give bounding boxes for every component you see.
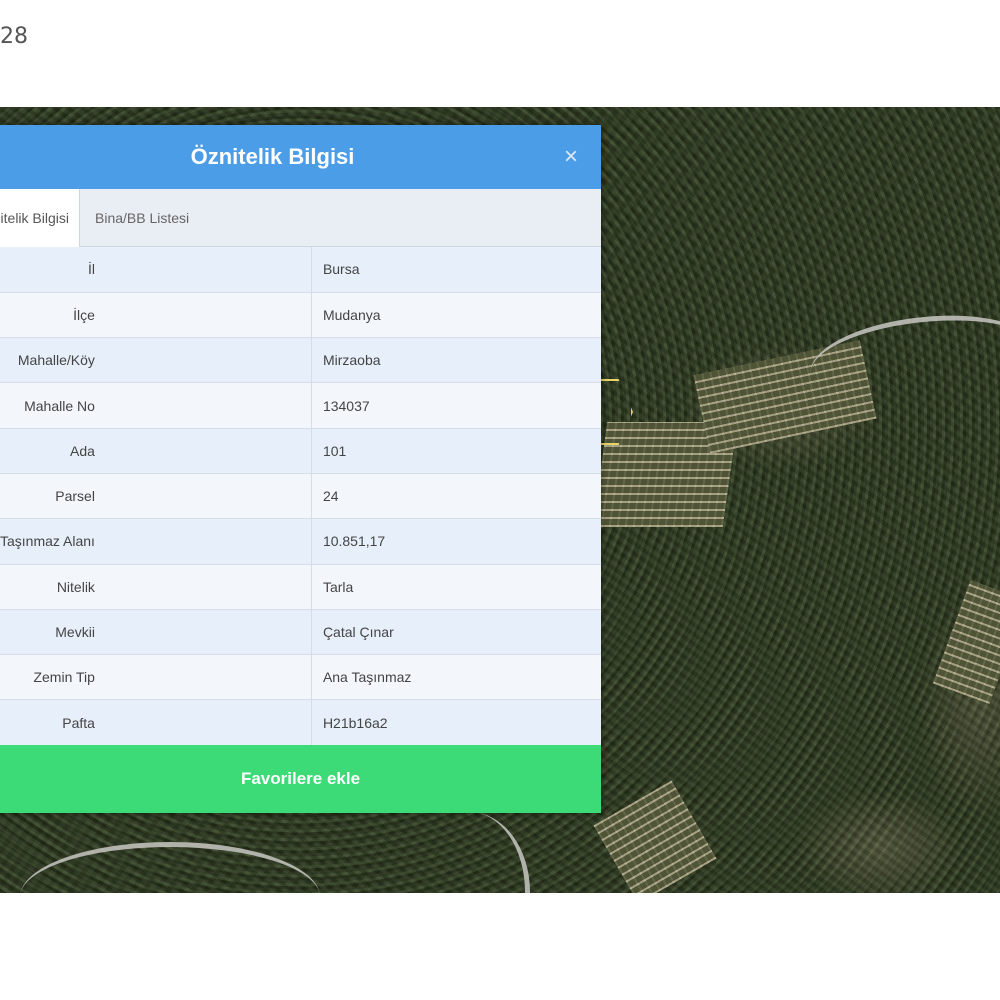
tab-attribute-info[interactable]: Öznitelik Bilgisi (0, 189, 80, 247)
table-row: Mahalle No 134037 (0, 382, 601, 429)
attribute-value: Tarla (311, 564, 601, 610)
attribute-label: Zemin Tip (0, 654, 312, 701)
table-row: Pafta H21b16a2 (0, 699, 601, 746)
add-to-favorites-button[interactable]: Favorilere ekle (0, 745, 601, 813)
attribute-info-dialog: Öznitelik Bilgisi × Öznitelik Bilgisi Bi… (0, 125, 601, 813)
attribute-label: Parsel (0, 473, 312, 520)
table-row: Taşınmaz Alanı 10.851,17 (0, 518, 601, 565)
dialog-tab-bar: Öznitelik Bilgisi Bina/BB Listesi (0, 189, 601, 247)
tab-building-list[interactable]: Bina/BB Listesi (80, 189, 250, 247)
tab-label: Öznitelik Bilgisi (0, 210, 69, 226)
table-row: Mahalle/Köy Mirzaoba (0, 337, 601, 384)
page-number-label: 28 (0, 24, 28, 49)
attribute-value: 101 (311, 428, 601, 474)
attribute-label: Mahalle/Köy (0, 337, 312, 384)
attribute-value: H21b16a2 (311, 699, 601, 746)
attribute-value: Mudanya (311, 292, 601, 339)
attribute-label: Mevkii (0, 609, 312, 656)
table-row: Mevkii Çatal Çınar (0, 609, 601, 656)
attribute-value: Çatal Çınar (311, 609, 601, 656)
attribute-value: Mirzaoba (311, 337, 601, 384)
attribute-label: Ada (0, 428, 312, 474)
attribute-label: İlçe (0, 292, 312, 339)
table-row: Nitelik Tarla (0, 564, 601, 610)
table-row: İl Bursa (0, 247, 601, 293)
attribute-value: Ana Taşınmaz (311, 654, 601, 701)
attribute-value: Bursa (311, 247, 601, 293)
attribute-label: Taşınmaz Alanı (0, 518, 312, 565)
table-row: İlçe Mudanya (0, 292, 601, 339)
table-row: Ada 101 (0, 428, 601, 474)
attribute-value: 10.851,17 (311, 518, 601, 565)
dialog-title: Öznitelik Bilgisi (190, 144, 355, 169)
attribute-label: Pafta (0, 699, 312, 746)
attribute-value: 24 (311, 473, 601, 520)
attribute-label: İl (0, 247, 312, 293)
attribute-value: 134037 (311, 382, 601, 429)
table-row: Zemin Tip Ana Taşınmaz (0, 654, 601, 701)
table-row: Parsel 24 (0, 473, 601, 520)
attribute-label: Nitelik (0, 564, 312, 610)
close-icon[interactable]: × (557, 143, 585, 171)
attribute-table: İl Bursa İlçe Mudanya Mahalle/Köy Mirzao… (0, 247, 601, 746)
dialog-header: Öznitelik Bilgisi × (0, 125, 601, 189)
attribute-label: Mahalle No (0, 382, 312, 429)
